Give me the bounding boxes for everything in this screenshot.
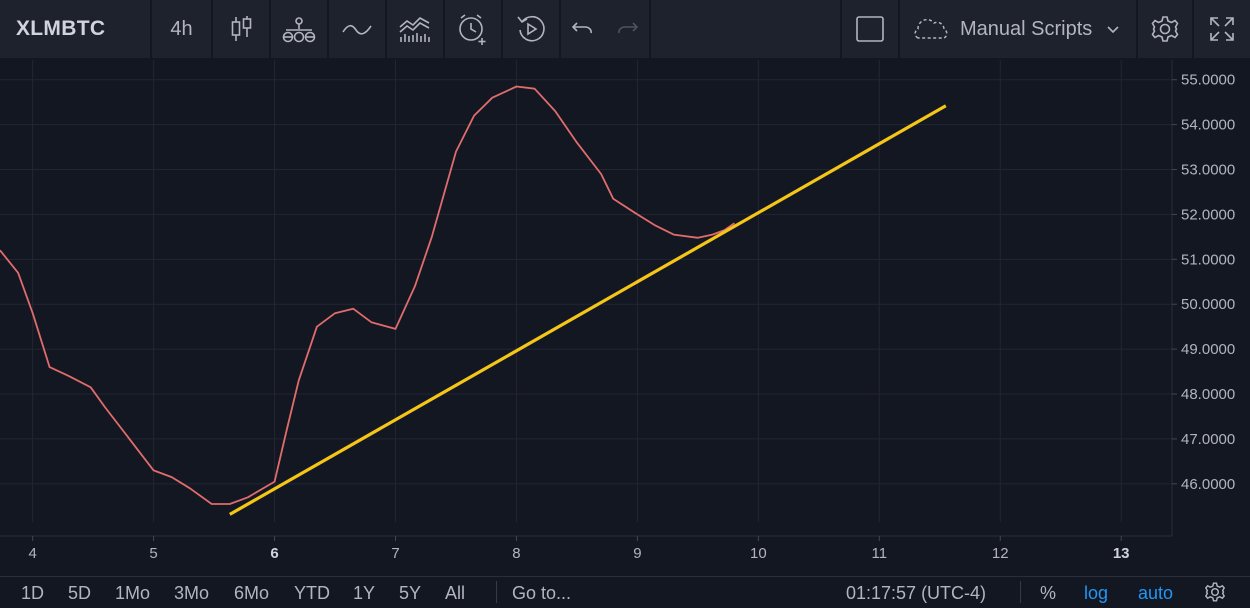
auto-toggle[interactable]: auto <box>1138 583 1173 604</box>
time-tick-label: 13 <box>1113 545 1130 562</box>
series-point <box>128 438 131 440</box>
bottom-divider <box>1020 581 1021 603</box>
series-point <box>286 429 288 431</box>
price-tick-label: 48.0000 <box>1181 386 1235 403</box>
time-tick-label: 8 <box>512 545 520 562</box>
cloud-icon <box>914 18 948 39</box>
bottom-divider <box>496 581 497 603</box>
chart-grid <box>0 60 1250 576</box>
time-tick-label: 10 <box>750 545 767 562</box>
series-point <box>273 480 276 483</box>
candles-icon[interactable] <box>213 0 269 58</box>
indicators-icon[interactable] <box>271 0 327 58</box>
series-point <box>104 406 106 409</box>
symbol-search[interactable]: XLMBTC <box>0 0 150 58</box>
series-point <box>171 476 173 478</box>
chart-background <box>0 60 1250 576</box>
price-tick-label: 54.0000 <box>1181 117 1235 134</box>
log-toggle[interactable]: log <box>1084 583 1108 604</box>
interval-button[interactable]: 4h <box>152 0 211 58</box>
price-tick-label: 53.0000 <box>1181 162 1235 179</box>
series-point <box>247 496 249 498</box>
price-chart[interactable]: 55.0000 54.0000 53.0000 52.0000 51.0000 50.00… <box>0 60 1250 576</box>
alert-icon[interactable] <box>445 0 501 58</box>
line-icon[interactable] <box>329 0 385 58</box>
series-point <box>533 88 536 90</box>
series-point <box>316 326 318 328</box>
series-point <box>17 272 19 274</box>
gear-icon[interactable] <box>1138 0 1192 58</box>
range-1mo[interactable]: 1Mo <box>115 583 150 604</box>
series-point <box>576 141 578 144</box>
series-point <box>733 222 735 225</box>
series-point <box>189 487 191 489</box>
series-point <box>600 173 602 175</box>
time-tick-label: 5 <box>149 545 157 562</box>
top-toolbar: XLMBTC 4h Manual Scripts <box>0 0 1250 58</box>
chart-pane[interactable]: 55.0000 54.0000 53.0000 52.0000 51.0000 50.00… <box>0 60 1250 576</box>
chevron-down-icon <box>1107 26 1119 34</box>
price-tick-label: 51.0000 <box>1181 251 1235 268</box>
time-tick-label: 4 <box>28 545 36 562</box>
series-point <box>673 234 675 236</box>
price-tick-label: 55.0000 <box>1181 72 1235 89</box>
redo-icon[interactable] <box>605 0 649 58</box>
bottom-toolbar: 1D 5D 1Mo 3Mo 6Mo YTD 1Y 5Y All Go to...… <box>0 576 1250 604</box>
range-5d[interactable]: 5D <box>68 583 91 604</box>
square-icon[interactable] <box>842 0 898 58</box>
series-point <box>298 379 300 382</box>
range-5y[interactable]: 5Y <box>399 583 421 604</box>
range-1d[interactable]: 1D <box>21 583 44 604</box>
time-tick-label: 9 <box>633 545 641 562</box>
price-tick-label: 52.0000 <box>1181 206 1235 223</box>
series-point <box>48 366 51 368</box>
time-tick-label: 7 <box>391 545 399 562</box>
compare-icon[interactable] <box>387 0 443 58</box>
range-ytd[interactable]: YTD <box>294 583 330 604</box>
series-point <box>654 225 657 227</box>
series-point <box>711 234 713 236</box>
manual-scripts-label: Manual Scripts <box>960 17 1093 40</box>
time-tick-label: 6 <box>270 545 278 562</box>
series-point <box>414 285 416 287</box>
series-point <box>229 503 231 505</box>
series-point <box>612 198 614 200</box>
series-point <box>153 469 155 471</box>
price-tick-label: 47.0000 <box>1181 431 1235 448</box>
fullscreen-icon[interactable] <box>1194 0 1250 58</box>
series-point <box>32 312 34 314</box>
series-point <box>636 213 639 216</box>
series-point <box>515 85 518 88</box>
percent-toggle[interactable]: % <box>1040 583 1056 604</box>
series-point <box>370 321 372 323</box>
time-tick-label: 12 <box>992 545 1009 562</box>
replay-icon[interactable] <box>503 0 559 58</box>
series-point <box>697 237 699 239</box>
timezone-clock[interactable]: 01:17:57 (UTC-4) <box>846 583 986 604</box>
series-point <box>352 308 354 310</box>
range-6mo[interactable]: 6Mo <box>234 583 269 604</box>
price-tick-label: 50.0000 <box>1181 296 1235 313</box>
range-all[interactable]: All <box>445 583 465 604</box>
price-tick-label: 46.0000 <box>1181 476 1235 493</box>
undo-icon[interactable] <box>561 0 605 58</box>
range-1y[interactable]: 1Y <box>353 583 375 604</box>
series-point <box>431 236 433 238</box>
goto-button[interactable]: Go to... <box>512 583 571 604</box>
series-point <box>554 110 556 112</box>
series-point <box>491 97 493 99</box>
series-point <box>394 328 397 330</box>
manual-scripts-button[interactable]: Manual Scripts <box>900 0 1136 58</box>
series-point <box>211 503 213 505</box>
price-tick-label: 49.0000 <box>1181 341 1235 358</box>
series-point <box>334 312 336 314</box>
series-point <box>473 115 475 117</box>
series-point <box>90 386 92 388</box>
range-3mo[interactable]: 3Mo <box>174 583 209 604</box>
series-point <box>455 150 457 153</box>
series-point <box>68 375 70 377</box>
time-tick-label: 11 <box>872 545 888 562</box>
